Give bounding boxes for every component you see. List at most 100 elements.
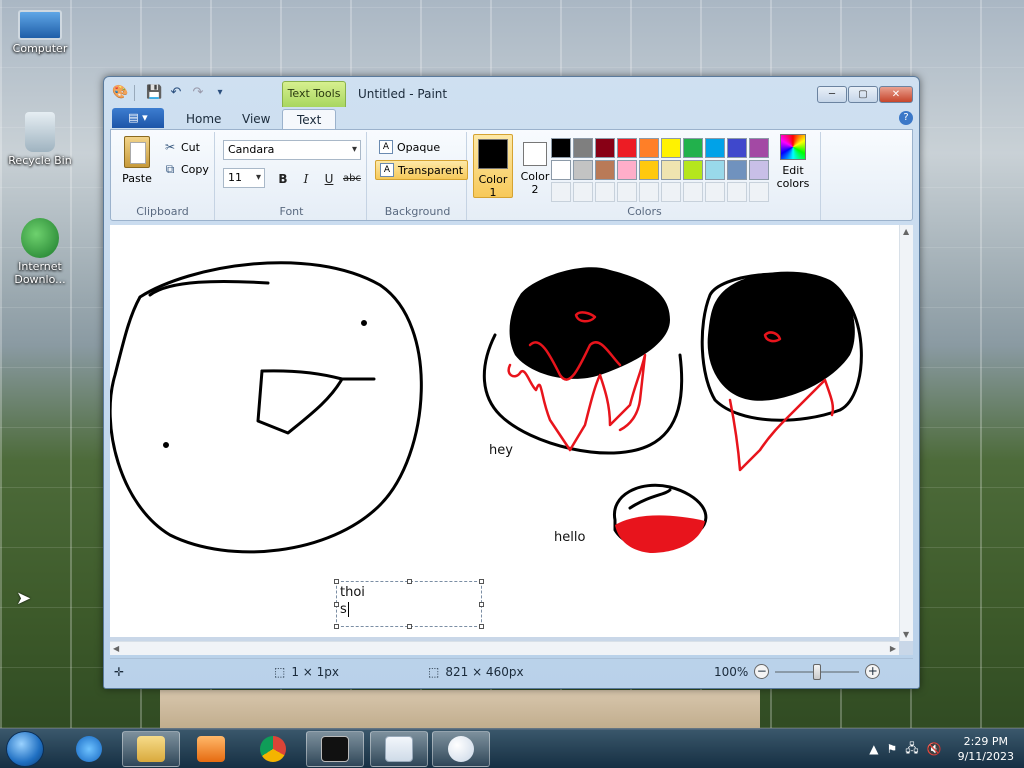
close-button[interactable]: ✕ xyxy=(879,86,913,103)
cut-label: Cut xyxy=(181,140,200,154)
tab-home[interactable]: Home xyxy=(172,109,235,129)
customize-toolbar-icon[interactable]: ▾ xyxy=(212,85,228,101)
palette-color-swatch[interactable] xyxy=(617,138,637,158)
palette-custom-slot[interactable] xyxy=(573,182,593,202)
redo-icon[interactable]: ↷ xyxy=(190,85,206,101)
action-center-icon[interactable]: ⚑ xyxy=(886,742,897,756)
underline-button[interactable]: U xyxy=(319,168,339,188)
zoom-slider-thumb[interactable] xyxy=(813,663,822,680)
zoom-slider[interactable] xyxy=(775,663,860,680)
palette-color-swatch[interactable] xyxy=(749,160,769,180)
scroll-down-icon[interactable]: ▼ xyxy=(903,630,909,639)
font-family-dropdown[interactable]: Candara xyxy=(223,140,361,160)
tab-view[interactable]: View xyxy=(228,109,284,129)
palette-color-swatch[interactable] xyxy=(595,160,615,180)
text-entry-box[interactable]: thoi s xyxy=(334,579,484,629)
selection-size-text: 1 × 1px xyxy=(291,664,340,679)
palette-color-swatch[interactable] xyxy=(683,160,703,180)
desktop-icon-recycle-bin[interactable]: Recycle Bin xyxy=(4,112,76,167)
taskbar-command-prompt[interactable] xyxy=(306,731,364,767)
font-size-dropdown[interactable]: 11 xyxy=(223,168,265,188)
taskbar-chrome[interactable] xyxy=(244,731,302,767)
resize-handle[interactable] xyxy=(334,624,339,629)
palette-custom-slot[interactable] xyxy=(661,182,681,202)
color1-button[interactable]: Color 1 xyxy=(473,134,513,199)
resize-handle[interactable] xyxy=(334,579,339,584)
desktop-icon-internet-download-manager[interactable]: Internet Downlo... xyxy=(4,218,76,286)
resize-handle[interactable] xyxy=(479,602,484,607)
title-bar[interactable]: 🎨 💾 ↶ ↷ ▾ Text Tools Untitled - Paint ─ … xyxy=(104,77,919,107)
paste-label: Paste xyxy=(122,172,152,185)
scroll-right-icon[interactable]: ▶ xyxy=(890,644,896,653)
zoom-out-button[interactable]: − xyxy=(754,664,770,679)
resize-handle[interactable] xyxy=(407,579,412,584)
taskbar-blank-window[interactable] xyxy=(370,731,428,767)
resize-handle[interactable] xyxy=(407,624,412,629)
palette-color-swatch[interactable] xyxy=(639,160,659,180)
scroll-up-icon[interactable]: ▲ xyxy=(903,227,909,236)
save-icon[interactable]: 💾 xyxy=(146,85,162,101)
dot-2 xyxy=(163,442,169,448)
opaque-button[interactable]: A Opaque xyxy=(375,138,444,156)
palette-color-swatch[interactable] xyxy=(573,138,593,158)
paint-app-icon[interactable]: 🎨 xyxy=(112,85,128,101)
copy-button[interactable]: ⧉ Copy xyxy=(163,162,209,177)
palette-color-swatch[interactable] xyxy=(551,138,571,158)
palette-color-swatch[interactable] xyxy=(661,160,681,180)
maximize-button[interactable]: ▢ xyxy=(848,86,878,103)
tab-text[interactable]: Text xyxy=(282,109,337,129)
opaque-icon: A xyxy=(379,140,393,154)
show-hidden-icons-icon[interactable]: ▲ xyxy=(869,742,878,756)
volume-muted-icon[interactable]: 🔇 xyxy=(927,742,942,756)
palette-color-swatch[interactable] xyxy=(551,160,571,180)
taskbar-internet-explorer[interactable] xyxy=(60,731,118,767)
colors-group: Color 1 Color 2 Edit colors Colors xyxy=(469,132,821,220)
drawing-canvas[interactable]: hey hello thoi s xyxy=(110,225,899,637)
palette-custom-slot[interactable] xyxy=(683,182,703,202)
palette-color-swatch[interactable] xyxy=(595,138,615,158)
clock[interactable]: 2:29 PM 9/11/2023 xyxy=(958,734,1014,764)
resize-handle[interactable] xyxy=(479,579,484,584)
start-button[interactable] xyxy=(6,731,44,767)
palette-custom-slot[interactable] xyxy=(639,182,659,202)
desktop-icon-computer[interactable]: Computer xyxy=(4,10,76,55)
palette-color-swatch[interactable] xyxy=(573,160,593,180)
taskbar-paint[interactable] xyxy=(432,731,490,767)
undo-icon[interactable]: ↶ xyxy=(168,85,184,101)
strikethrough-button[interactable]: abc xyxy=(342,168,362,188)
palette-custom-slot[interactable] xyxy=(749,182,769,202)
vertical-scrollbar[interactable]: ▲ ▼ xyxy=(899,225,913,641)
palette-color-swatch[interactable] xyxy=(727,160,747,180)
italic-button[interactable]: I xyxy=(296,168,316,188)
palette-color-swatch[interactable] xyxy=(727,138,747,158)
horizontal-scrollbar[interactable]: ◀ ▶ xyxy=(110,641,899,655)
resize-handle[interactable] xyxy=(479,624,484,629)
color2-button[interactable]: Color 2 xyxy=(515,134,555,196)
scroll-left-icon[interactable]: ◀ xyxy=(113,644,119,653)
taskbar-file-explorer[interactable] xyxy=(122,731,180,767)
palette-color-swatch[interactable] xyxy=(617,160,637,180)
zoom-in-button[interactable]: + xyxy=(865,664,881,679)
palette-color-swatch[interactable] xyxy=(705,160,725,180)
palette-custom-slot[interactable] xyxy=(551,182,571,202)
palette-color-swatch[interactable] xyxy=(639,138,659,158)
file-menu-button[interactable]: ▤ ▾ xyxy=(112,108,164,128)
palette-custom-slot[interactable] xyxy=(617,182,637,202)
minimize-button[interactable]: ─ xyxy=(817,86,847,103)
palette-color-swatch[interactable] xyxy=(705,138,725,158)
transparent-button[interactable]: A Transparent xyxy=(375,160,469,180)
palette-color-swatch[interactable] xyxy=(661,138,681,158)
palette-color-swatch[interactable] xyxy=(749,138,769,158)
paste-button[interactable]: Paste xyxy=(117,136,157,185)
network-icon[interactable]: 🖧 xyxy=(905,739,918,760)
palette-custom-slot[interactable] xyxy=(705,182,725,202)
resize-handle[interactable] xyxy=(334,602,339,607)
taskbar-media-player[interactable] xyxy=(182,731,240,767)
cut-button[interactable]: ✂ Cut xyxy=(163,140,200,154)
edit-colors-button[interactable]: Edit colors xyxy=(773,134,813,190)
help-icon[interactable]: ? xyxy=(899,111,913,125)
palette-custom-slot[interactable] xyxy=(727,182,747,202)
palette-custom-slot[interactable] xyxy=(595,182,615,202)
bold-button[interactable]: B xyxy=(273,168,293,188)
palette-color-swatch[interactable] xyxy=(683,138,703,158)
